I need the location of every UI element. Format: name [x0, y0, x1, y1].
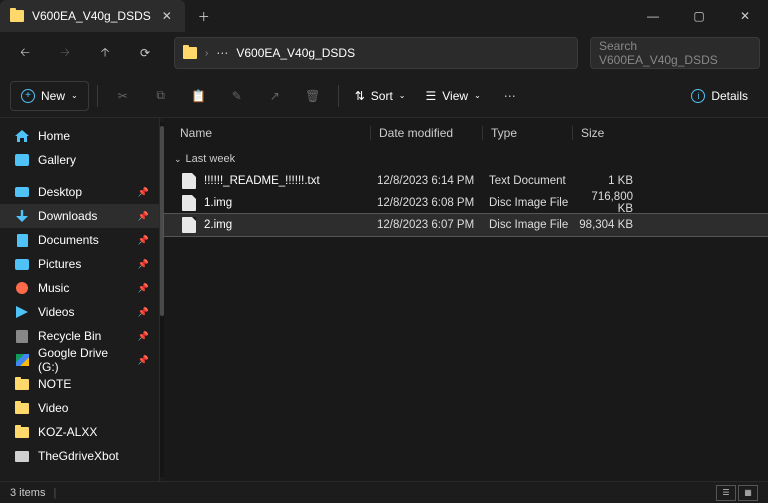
- pin-icon: 📌: [138, 211, 149, 222]
- pin-icon: 📌: [138, 259, 149, 270]
- sidebar-item-gdrive[interactable]: Google Drive (G:)📌: [0, 348, 159, 372]
- column-headers: Name Date modified Type Size: [164, 118, 768, 148]
- file-row[interactable]: 1.img 12/8/2023 6:08 PM Disc Image File …: [164, 192, 768, 214]
- pin-icon: 📌: [138, 355, 149, 366]
- tab-active[interactable]: V600EA_V40g_DSDS ✕: [0, 0, 185, 32]
- file-icon: [182, 217, 196, 233]
- sidebar-item-videos[interactable]: Videos📌: [0, 300, 159, 324]
- command-bar: + New ⌄ ✂ ⧉ 📋 ✎ ↗ 🗑 ⇅ Sort ⌄ ☰ View ⌄ ⋯ …: [0, 74, 768, 118]
- refresh-button[interactable]: ⟳: [128, 37, 162, 69]
- sidebar-item-gdrivexbot[interactable]: TheGdriveXbot: [0, 444, 159, 468]
- tab-close-button[interactable]: ✕: [159, 8, 175, 24]
- forward-button[interactable]: 🡢: [48, 37, 82, 69]
- delete-button[interactable]: 🗑: [296, 81, 330, 111]
- share-button[interactable]: ↗: [258, 81, 292, 111]
- sidebar: Home Gallery Desktop📌 Downloads📌 Documen…: [0, 118, 160, 481]
- sidebar-item-desktop[interactable]: Desktop📌: [0, 180, 159, 204]
- sidebar-item-video[interactable]: Video: [0, 396, 159, 420]
- column-date[interactable]: Date modified: [370, 126, 482, 140]
- icons-view-button[interactable]: ▦: [738, 485, 758, 501]
- titlebar: V600EA_V40g_DSDS ✕ ＋ — ▢ ✕: [0, 0, 768, 32]
- file-list: Name Date modified Type Size ⌄ Last week…: [164, 118, 768, 481]
- pin-icon: 📌: [138, 235, 149, 246]
- file-row[interactable]: 2.img 12/8/2023 6:07 PM Disc Image File …: [164, 214, 768, 236]
- file-icon: [182, 173, 196, 189]
- folder-icon: [10, 10, 24, 22]
- cut-button[interactable]: ✂: [106, 81, 140, 111]
- item-count: 3 items: [10, 487, 45, 499]
- pin-icon: 📌: [138, 187, 149, 198]
- sidebar-item-pictures[interactable]: Pictures📌: [0, 252, 159, 276]
- rename-button[interactable]: ✎: [220, 81, 254, 111]
- sort-icon: ⇅: [355, 89, 365, 103]
- new-tab-button[interactable]: ＋: [189, 8, 219, 25]
- back-button[interactable]: 🡠: [8, 37, 42, 69]
- sidebar-item-note[interactable]: NOTE: [0, 372, 159, 396]
- column-type[interactable]: Type: [482, 126, 572, 140]
- more-button[interactable]: ⋯: [493, 81, 527, 111]
- chevron-down-icon: ⌄: [474, 91, 481, 100]
- sidebar-item-downloads[interactable]: Downloads📌: [0, 204, 159, 228]
- close-button[interactable]: ✕: [722, 0, 768, 32]
- address-bar[interactable]: › ⋯ V600EA_V40g_DSDS: [174, 37, 578, 69]
- pin-icon: 📌: [138, 283, 149, 294]
- chevron-icon: ›: [205, 48, 208, 59]
- up-button[interactable]: 🡡: [88, 37, 122, 69]
- window-controls: — ▢ ✕: [630, 0, 768, 32]
- search-placeholder: Search V600EA_V40g_DSDS: [599, 39, 751, 67]
- pin-icon: 📌: [138, 331, 149, 342]
- sort-button[interactable]: ⇅ Sort ⌄: [347, 81, 414, 111]
- info-icon: i: [691, 89, 705, 103]
- group-header[interactable]: ⌄ Last week: [164, 148, 768, 170]
- overflow-icon[interactable]: ⋯: [216, 46, 228, 60]
- navigation-bar: 🡠 🡢 🡡 ⟳ › ⋯ V600EA_V40g_DSDS Search V600…: [0, 32, 768, 74]
- maximize-button[interactable]: ▢: [676, 0, 722, 32]
- sidebar-item-documents[interactable]: Documents📌: [0, 228, 159, 252]
- status-bar: 3 items | ☰ ▦: [0, 481, 768, 503]
- new-button[interactable]: + New ⌄: [10, 81, 89, 111]
- sidebar-item-music[interactable]: Music📌: [0, 276, 159, 300]
- sidebar-item-recyclebin[interactable]: Recycle Bin📌: [0, 324, 159, 348]
- pin-icon: 📌: [138, 307, 149, 318]
- chevron-down-icon: ⌄: [71, 91, 78, 100]
- folder-icon: [183, 47, 197, 59]
- sidebar-item-gallery[interactable]: Gallery: [0, 148, 159, 172]
- view-button[interactable]: ☰ View ⌄: [418, 81, 489, 111]
- minimize-button[interactable]: —: [630, 0, 676, 32]
- chevron-down-icon: ⌄: [399, 91, 406, 100]
- search-input[interactable]: Search V600EA_V40g_DSDS: [590, 37, 760, 69]
- details-button[interactable]: i Details: [681, 81, 758, 111]
- sidebar-item-koz[interactable]: KOZ-ALXX: [0, 420, 159, 444]
- sidebar-item-home[interactable]: Home: [0, 124, 159, 148]
- column-size[interactable]: Size: [572, 126, 634, 140]
- chevron-down-icon: ⌄: [174, 154, 182, 165]
- copy-button[interactable]: ⧉: [144, 81, 178, 111]
- plus-icon: +: [21, 89, 35, 103]
- breadcrumb-current[interactable]: V600EA_V40g_DSDS: [236, 46, 355, 60]
- tab-title: V600EA_V40g_DSDS: [32, 9, 151, 23]
- column-name[interactable]: Name: [180, 126, 370, 140]
- view-icon: ☰: [426, 89, 437, 103]
- file-row[interactable]: !!!!!!_README_!!!!!!.txt 12/8/2023 6:14 …: [164, 170, 768, 192]
- file-icon: [182, 195, 196, 211]
- paste-button[interactable]: 📋: [182, 81, 216, 111]
- details-view-button[interactable]: ☰: [716, 485, 736, 501]
